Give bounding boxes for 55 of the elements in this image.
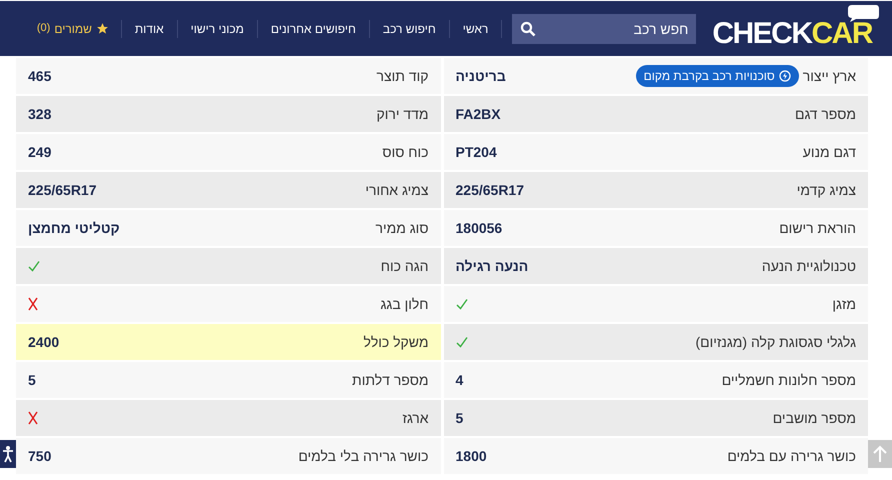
spec-value: 750 xyxy=(28,446,52,466)
spec-value: הנעה רגילה xyxy=(456,256,528,276)
spec-label: קוד תוצר xyxy=(376,66,428,86)
spec-value: 2400 xyxy=(28,332,60,352)
spec-value: PT204 xyxy=(456,142,497,162)
search-icon xyxy=(520,20,536,36)
star-icon xyxy=(96,22,109,35)
spec-value: 5 xyxy=(456,408,464,428)
spec-value: 225/65R17 xyxy=(456,180,524,200)
spec-label: מזגן xyxy=(832,294,856,314)
spec-label: כוח סוס xyxy=(382,142,428,162)
nearby-dealers-button[interactable]: סוכנויות רכב בקרבת מקום xyxy=(636,65,799,87)
spec-value: FA2BX xyxy=(456,104,501,124)
nav-link[interactable]: אודות xyxy=(122,20,178,38)
speech-bubble-icon xyxy=(846,2,880,22)
spec-label: חלון בגג xyxy=(380,294,428,314)
spec-value: קטליטי מחמצן xyxy=(28,218,120,238)
arrow-up-icon xyxy=(873,445,887,463)
spec-label: סוג ממיר xyxy=(376,218,428,238)
spec-label: כושר גרירה עם בלמים xyxy=(727,446,856,466)
spec-label: ארץ ייצור xyxy=(802,66,856,86)
spec-label: מספר דלתות xyxy=(352,370,428,390)
accessibility-button[interactable] xyxy=(0,440,16,468)
spec-value: 328 xyxy=(28,104,52,124)
spec-value: 5 xyxy=(28,370,36,390)
spec-value: 1800 xyxy=(456,446,487,466)
spec-value: 465 xyxy=(28,66,52,86)
spec-label: הוראת רישום xyxy=(779,218,856,238)
spec-label: ארגז xyxy=(402,408,428,428)
spec-label: כושר גרירה בלי בלמים xyxy=(298,446,428,466)
spec-value: 225/65R17 xyxy=(28,180,97,200)
nav-link[interactable]: ראשי xyxy=(450,20,502,38)
nav-link[interactable]: חיפושים אחרונים xyxy=(258,20,370,38)
bolt-circle-icon xyxy=(778,70,791,82)
spec-label: מספר מושבים xyxy=(772,408,856,428)
nav-link[interactable]: חיפוש רכב xyxy=(370,20,450,38)
spec-value: 249 xyxy=(28,142,52,162)
search-field[interactable]: חפש רכב xyxy=(512,14,696,44)
spec-label: משקל כולל xyxy=(364,332,428,352)
logo-text: CAR xyxy=(812,18,872,48)
spec-label: מספר דגם xyxy=(794,104,856,124)
spec-label: מדד ירוק xyxy=(376,104,428,124)
spec-value: 180056 xyxy=(456,218,502,238)
spec-value: 4 xyxy=(456,370,464,390)
spec-label: טכנולוגיית הנעה xyxy=(762,256,856,276)
spec-label: מספר חלונות חשמליים xyxy=(722,370,856,390)
person-icon xyxy=(2,445,14,463)
spec-value: בריטניה xyxy=(456,66,506,86)
spec-label: צמיג קדמי xyxy=(796,180,856,200)
logo-text: CHECK xyxy=(712,18,812,48)
spec-label: דגם מנוע xyxy=(802,142,856,162)
spec-label: הגה כוח xyxy=(380,256,428,276)
spec-label: גלגלי סגסוגת קלה (מגנזיום) xyxy=(695,332,856,352)
spec-label: צמיג אחורי xyxy=(365,180,428,200)
nav-link[interactable]: מכוני רישוי xyxy=(178,20,258,38)
